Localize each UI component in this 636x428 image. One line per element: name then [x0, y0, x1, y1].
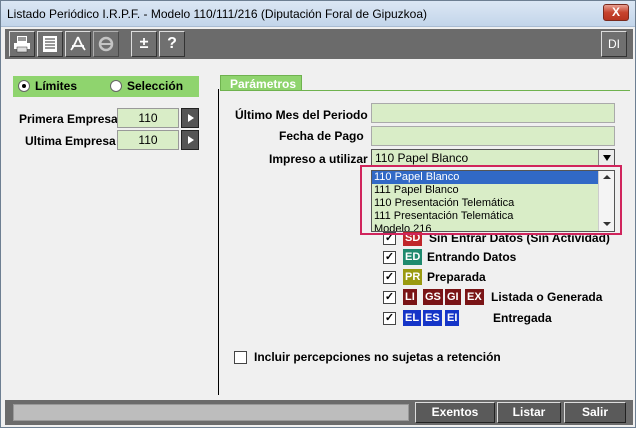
percepciones-checkbox[interactable] [234, 351, 247, 364]
close-button[interactable]: X [603, 4, 629, 21]
tab-underline [220, 90, 630, 91]
help-button[interactable]: ? [159, 31, 185, 57]
ultimo-mes-label: Último Mes del Periodo [235, 108, 368, 122]
pr-badge: PR [403, 269, 423, 285]
ed-checkbox[interactable]: ✓ [383, 251, 396, 264]
primera-empresa-label: Primera Empresa [19, 112, 118, 126]
footer-bar: Exentos Listar Salir [5, 400, 633, 425]
pr-label: Preparada [427, 270, 486, 284]
status-row-ed: ✓ ED Entrando Datos [381, 249, 621, 267]
progress-bar [13, 404, 409, 421]
ultima-empresa-field[interactable]: 110 [117, 130, 179, 150]
seleccion-radio[interactable] [110, 80, 122, 92]
salir-button[interactable]: Salir [564, 402, 626, 423]
ultima-empresa-lookup-button[interactable] [181, 130, 199, 150]
di-button[interactable]: DI [601, 31, 627, 57]
panel-divider [218, 89, 219, 395]
ex-badge: EX [465, 289, 484, 305]
es-badge: ES [423, 310, 442, 326]
el-label: Entregada [493, 311, 552, 325]
tab-parametros[interactable]: Parámetros [220, 75, 302, 91]
status-row-li: ✓ LI GS GI EX Listada o Generada [381, 289, 621, 307]
dropdown-scrollbar[interactable] [598, 171, 614, 231]
impreso-option[interactable]: 110 Presentación Telemática [372, 197, 614, 210]
primera-empresa-lookup-button[interactable] [181, 108, 199, 128]
seleccion-label: Selección [127, 79, 184, 93]
impreso-option[interactable]: Modelo 216 [372, 223, 614, 231]
limites-radio[interactable] [18, 80, 30, 92]
plus-minus-button[interactable]: ± [131, 31, 157, 57]
pr-checkbox[interactable]: ✓ [383, 271, 396, 284]
impreso-option[interactable]: 111 Presentación Telemática [372, 210, 614, 223]
ei-badge: EI [445, 310, 460, 326]
pdf-button[interactable] [65, 31, 91, 57]
listar-button[interactable]: Listar [497, 402, 561, 423]
ultimo-mes-field[interactable] [371, 103, 615, 123]
impreso-label: Impreso a utilizar [269, 152, 368, 166]
window-title: Listado Periódico I.R.P.F. - Modelo 110/… [7, 7, 428, 21]
status-row-pr: ✓ PR Preparada [381, 269, 621, 287]
limites-label: Límites [35, 79, 78, 93]
mode-selector: Límites Selección [13, 76, 199, 97]
gi-badge: GI [445, 289, 461, 305]
pdf-icon [70, 36, 86, 51]
title-bar: Listado Periódico I.R.P.F. - Modelo 110/… [1, 1, 635, 27]
main-window: Listado Periódico I.R.P.F. - Modelo 110/… [0, 0, 636, 428]
ed-label: Entrando Datos [427, 250, 517, 264]
impreso-option[interactable]: 110 Papel Blanco [372, 171, 598, 184]
chevron-down-icon[interactable] [598, 150, 614, 166]
fecha-pago-label: Fecha de Pago [279, 129, 364, 143]
percepciones-label: Incluir percepciones no sujetas a retenc… [254, 350, 501, 364]
browser-icon [98, 36, 114, 52]
impreso-dropdown-list: 110 Papel Blanco 111 Papel Blanco 110 Pr… [371, 170, 615, 232]
impreso-selected-value: 110 Papel Blanco [375, 151, 469, 165]
gs-badge: GS [423, 289, 443, 305]
li-checkbox[interactable]: ✓ [383, 291, 396, 304]
fecha-pago-field[interactable] [371, 126, 615, 146]
status-row-el: ✓ EL ES EI Entregada [381, 310, 621, 328]
email-button[interactable] [93, 31, 119, 57]
ed-badge: ED [403, 249, 423, 265]
primera-empresa-field[interactable]: 110 [117, 108, 179, 128]
toolbar: ± ? DI [5, 29, 633, 59]
printer-icon [14, 36, 30, 53]
li-label: Listada o Generada [491, 290, 603, 304]
ultima-empresa-label: Ultima Empresa [25, 134, 116, 148]
exentos-button[interactable]: Exentos [415, 402, 495, 423]
document-icon [43, 36, 57, 52]
impreso-option[interactable]: 111 Papel Blanco [372, 184, 614, 197]
li-badge: LI [403, 289, 417, 305]
el-checkbox[interactable]: ✓ [383, 312, 396, 325]
document-list-button[interactable] [37, 31, 63, 57]
print-button[interactable] [9, 31, 35, 57]
el-badge: EL [403, 310, 422, 326]
